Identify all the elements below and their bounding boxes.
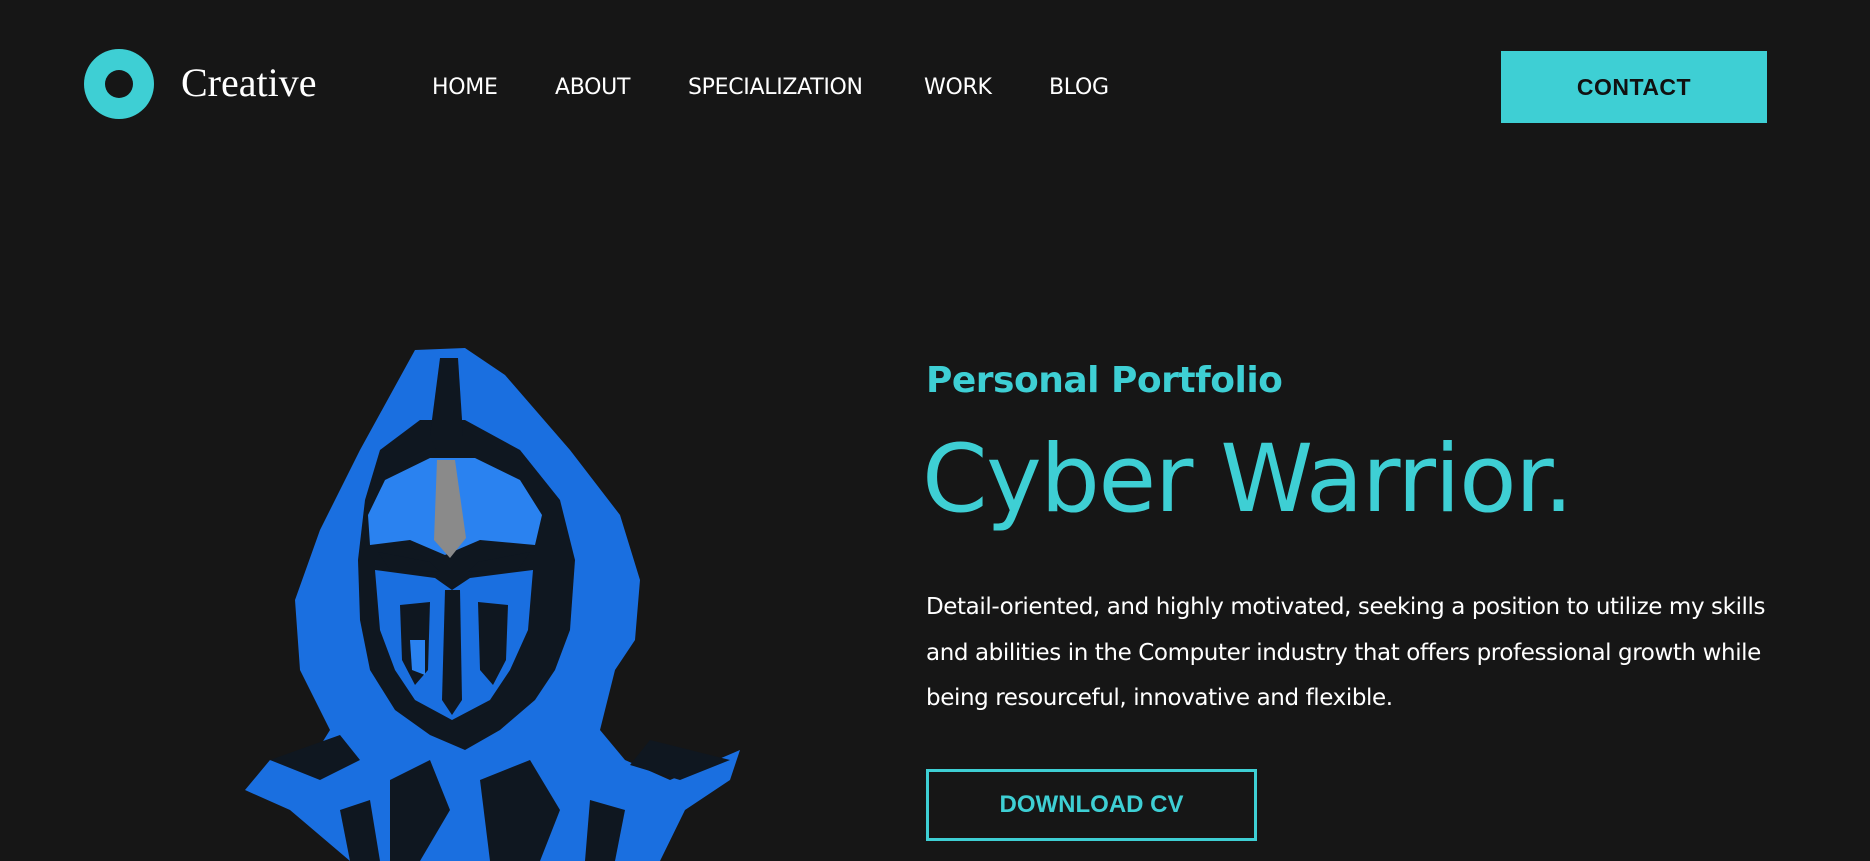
nav-item-work[interactable]: WORK bbox=[924, 72, 992, 104]
contact-button[interactable]: CONTACT bbox=[1501, 51, 1767, 123]
nav-item-blog[interactable]: BLOG bbox=[1049, 72, 1109, 104]
nav-item-about[interactable]: ABOUT bbox=[555, 72, 630, 104]
nav-item-specialization[interactable]: SPECIALIZATION bbox=[688, 72, 863, 104]
hero-description: Detail-oriented, and highly motivated, s… bbox=[926, 594, 1766, 711]
ring-logo-icon[interactable] bbox=[84, 49, 154, 119]
nav-item-home[interactable]: HOME bbox=[432, 72, 498, 104]
portfolio-page: Creative HOME ABOUT SPECIALIZATION WORK … bbox=[0, 0, 1870, 861]
download-cv-button[interactable]: DOWNLOAD CV bbox=[926, 769, 1257, 841]
hero-eyebrow: Personal Portfolio bbox=[926, 360, 1283, 401]
hero-title: Cyber Warrior. bbox=[922, 425, 1574, 534]
brand-name[interactable]: Creative bbox=[181, 58, 317, 108]
hooded-warrior-illustration bbox=[245, 348, 740, 861]
